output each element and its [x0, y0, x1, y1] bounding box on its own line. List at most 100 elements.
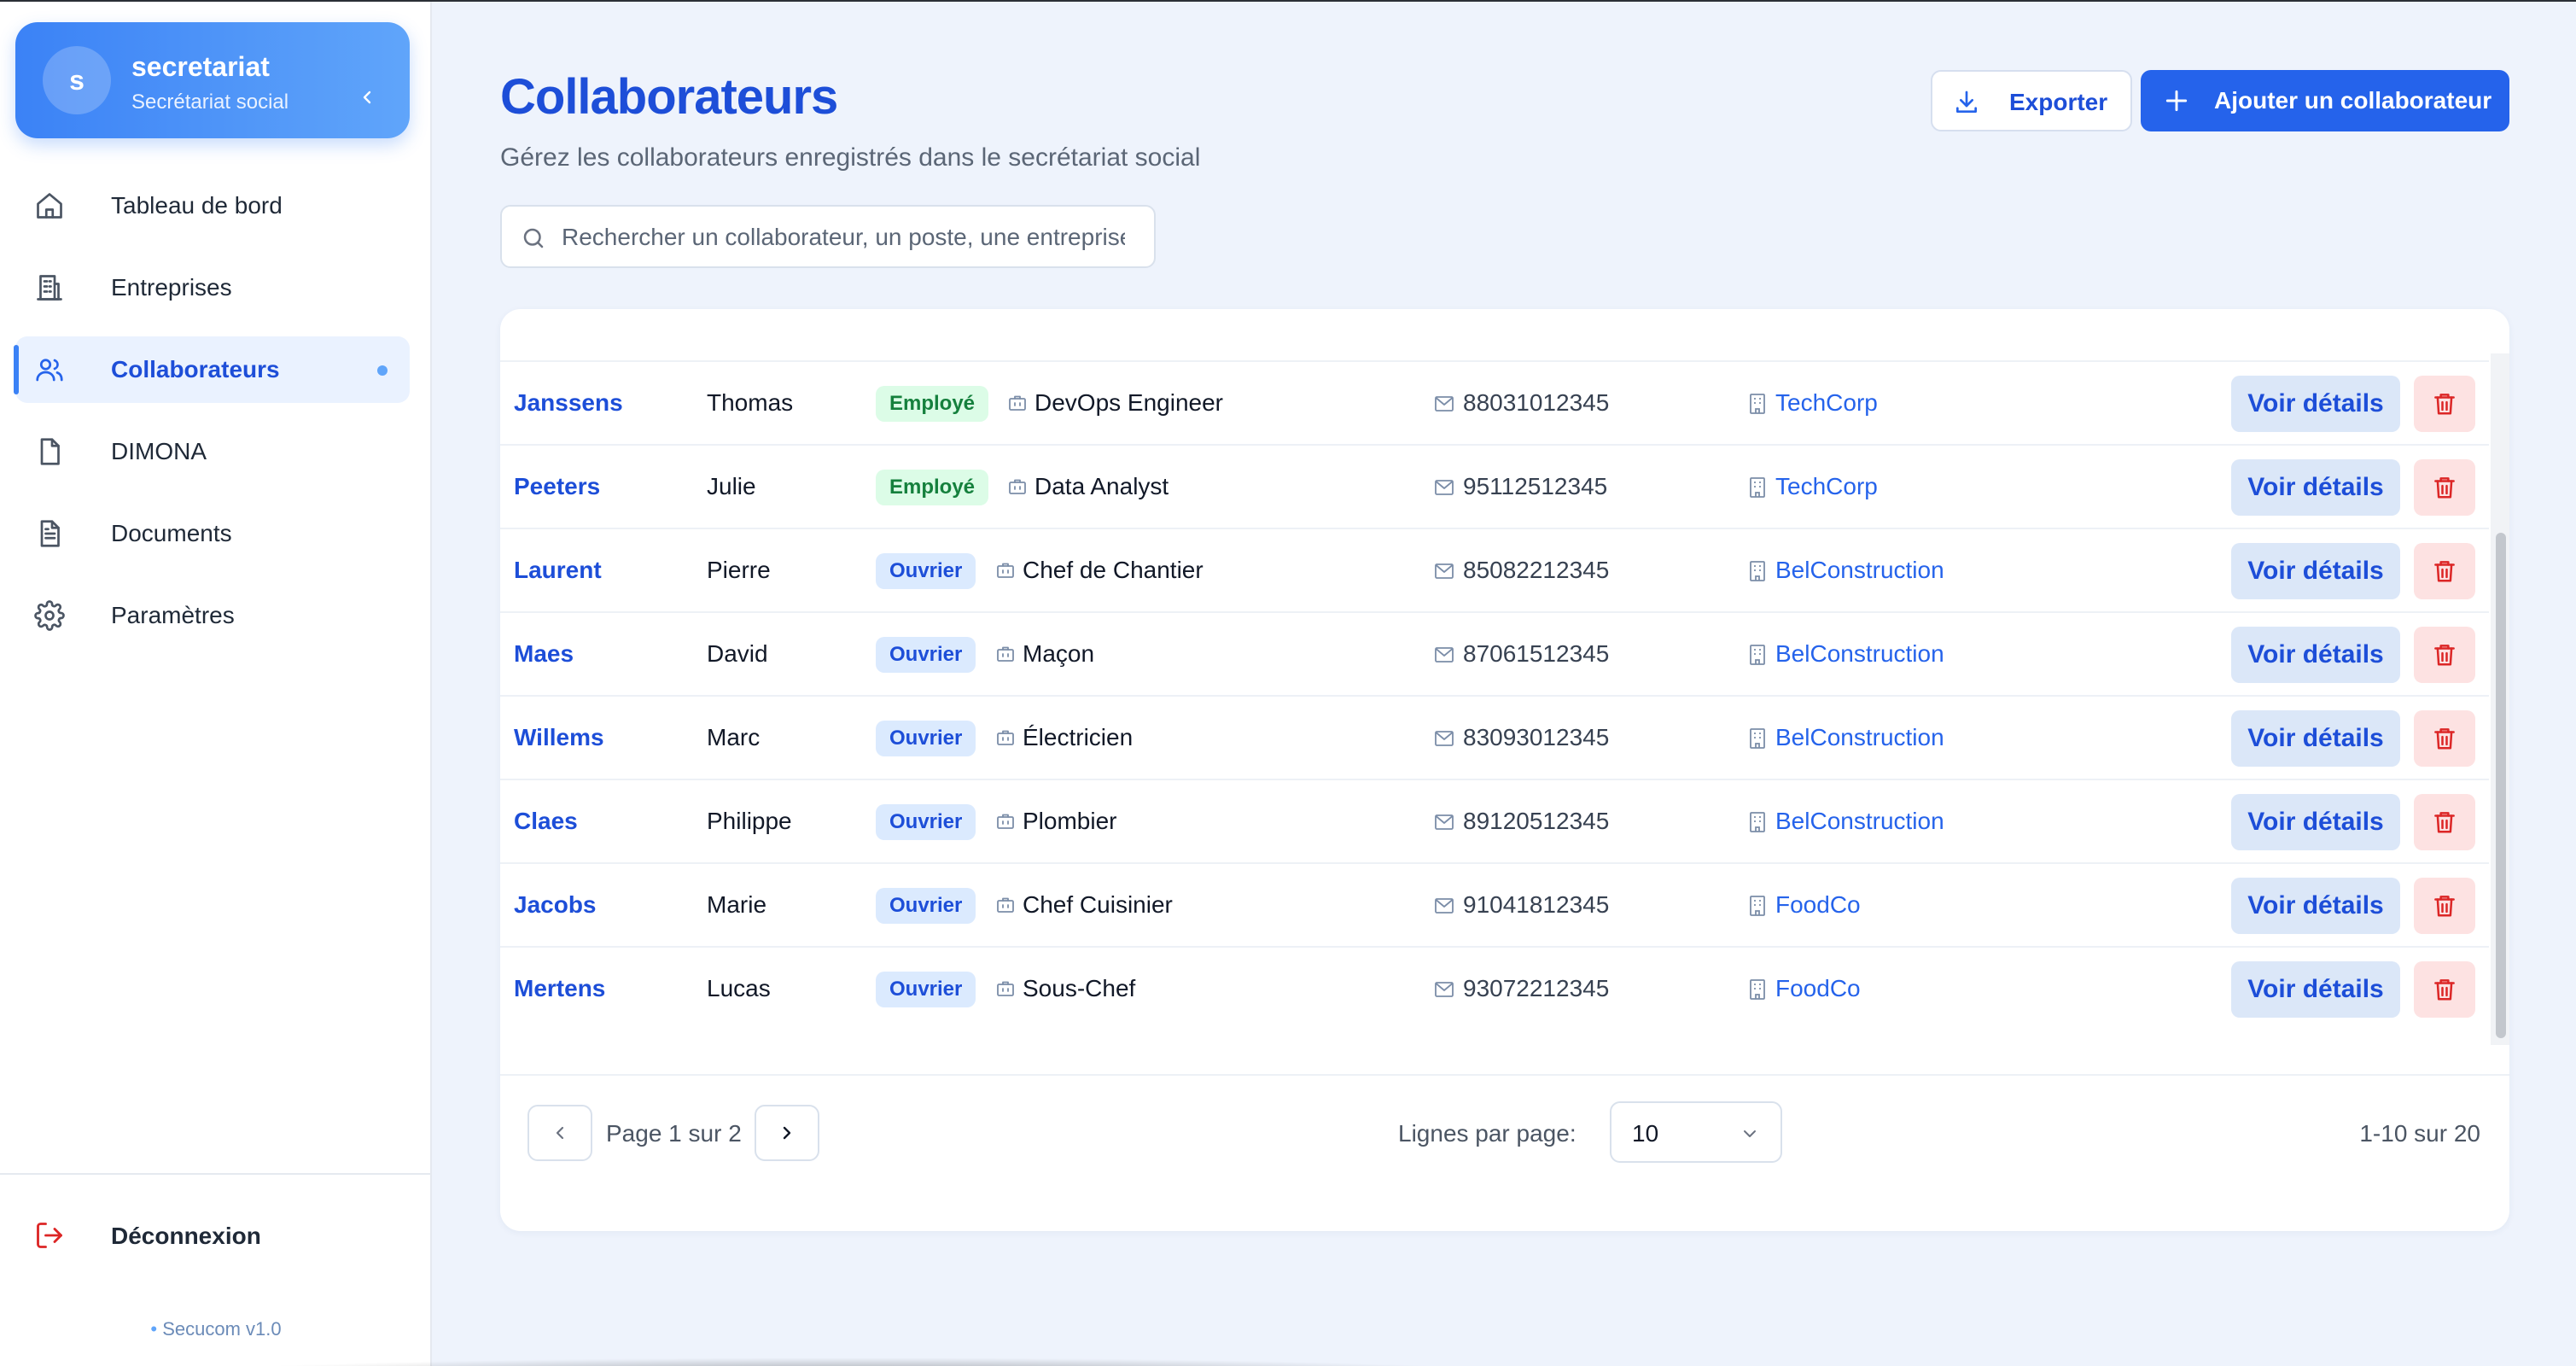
building-icon	[1748, 811, 1767, 833]
delete-button[interactable]	[2414, 710, 2475, 767]
company-link[interactable]: BelConstruction	[1775, 724, 1944, 751]
table-row[interactable]: Jacobs Marie Ouvrier Chef Cuisinier 91041812…	[500, 862, 2489, 946]
delete-button[interactable]	[2414, 794, 2475, 850]
collaborator-last-name[interactable]: Willems	[514, 724, 604, 751]
brand-card[interactable]: s secretariat Secrétariat social	[15, 22, 410, 138]
company-link[interactable]: TechCorp	[1775, 389, 1878, 417]
collaborator-position: DevOps Engineer	[1034, 389, 1224, 416]
trash-icon	[2432, 893, 2457, 919]
collaborator-first-name: Thomas	[707, 389, 794, 416]
delete-button[interactable]	[2414, 878, 2475, 934]
next-page-button[interactable]	[755, 1105, 819, 1161]
company-link[interactable]: TechCorp	[1775, 473, 1878, 500]
briefcase-icon	[1007, 476, 1028, 497]
sidebar-item-documents[interactable]: Documents	[15, 500, 410, 567]
collaborator-position: Data Analyst	[1034, 473, 1169, 499]
delete-button[interactable]	[2414, 961, 2475, 1018]
view-details-button[interactable]: Voir détails	[2231, 710, 2400, 767]
download-icon	[1956, 90, 1977, 113]
building-icon	[1748, 560, 1767, 582]
delete-button[interactable]	[2414, 627, 2475, 683]
collaborator-last-name[interactable]: Jacobs	[514, 891, 597, 919]
brand-title: secretariat	[131, 51, 270, 82]
collaborator-last-name[interactable]: Peeters	[514, 473, 600, 500]
company-link[interactable]: BelConstruction	[1775, 640, 1944, 668]
sidebar-item-label: Tableau de bord	[111, 192, 283, 219]
collaborator-first-name: Marie	[707, 891, 767, 918]
mail-icon	[1434, 478, 1454, 497]
users-icon	[36, 359, 63, 382]
company-link[interactable]: BelConstruction	[1775, 808, 1944, 835]
chevron-right-icon	[783, 1126, 791, 1140]
view-details-button[interactable]: Voir détails	[2231, 878, 2400, 934]
view-details-button[interactable]: Voir détails	[2231, 543, 2400, 599]
collaborator-first-name: Philippe	[707, 808, 792, 834]
previous-page-button[interactable]	[527, 1105, 592, 1161]
scrollbar-thumb[interactable]	[2496, 533, 2506, 1038]
table-scrollbar[interactable]	[2491, 353, 2509, 1045]
national-number: 91041812345	[1463, 891, 1610, 918]
view-details-button[interactable]: Voir détails	[2231, 961, 2400, 1018]
delete-button[interactable]	[2414, 459, 2475, 516]
collaborator-first-name: Pierre	[707, 557, 771, 583]
home-icon	[37, 193, 62, 219]
pagination-bar: Page 1 sur 2 Lignes par page: 10 1-10 su…	[500, 1074, 2509, 1231]
search-input[interactable]	[562, 219, 1125, 256]
building-icon	[1748, 644, 1767, 666]
trash-icon	[2432, 475, 2457, 500]
briefcase-icon	[995, 560, 1016, 581]
building-icon	[37, 275, 62, 301]
search-icon	[523, 228, 544, 248]
export-label: Exporter	[2009, 89, 2108, 115]
rows-per-page-label: Lignes par page:	[1398, 1120, 1576, 1147]
view-details-button[interactable]: Voir détails	[2231, 627, 2400, 683]
gear-icon	[34, 600, 65, 631]
collaborator-position: Maçon	[1023, 640, 1095, 667]
table-row[interactable]: Willems Marc Ouvrier Électricien 83093012345…	[500, 695, 2489, 779]
collaborator-last-name[interactable]: Maes	[514, 640, 574, 668]
collapse-sidebar-icon[interactable]	[357, 87, 377, 108]
company-link[interactable]: FoodCo	[1775, 975, 1861, 1002]
sidebar-item-parametres[interactable]: Paramètres	[15, 582, 410, 649]
sidebar-item-collaborateurs[interactable]: Collaborateurs	[14, 336, 410, 403]
sidebar-item-label: DIMONA	[111, 438, 207, 464]
company-link[interactable]: BelConstruction	[1775, 557, 1944, 584]
collaborators-table-card: Janssens Thomas Employé DevOps Engineer 8803…	[500, 309, 2509, 1231]
sidebar-item-dimona[interactable]: DIMONA	[15, 418, 410, 485]
mail-icon	[1434, 562, 1454, 581]
table-row[interactable]: Mertens Lucas Ouvrier Sous-Chef 93072212345 F…	[500, 946, 2489, 1030]
worker-type-badge: Employé	[876, 386, 989, 422]
table-row[interactable]: Maes David Ouvrier Maçon 87061512345 BelConst…	[500, 611, 2489, 695]
logout-label: Déconnexion	[111, 1223, 261, 1249]
rows-per-page-select[interactable]: 10	[1610, 1101, 1782, 1163]
add-collaborator-button[interactable]: Ajouter un collaborateur	[2141, 70, 2509, 131]
sidebar-item-dashboard[interactable]: Tableau de bord	[15, 172, 410, 239]
collaborator-last-name[interactable]: Laurent	[514, 557, 602, 584]
add-collaborator-label: Ajouter un collaborateur	[2214, 87, 2492, 114]
avatar: s	[43, 46, 111, 114]
mail-icon	[1434, 896, 1454, 915]
collaborator-last-name[interactable]: Claes	[514, 808, 578, 835]
collaborator-last-name[interactable]: Janssens	[514, 389, 623, 417]
page-title: Collaborateurs	[500, 69, 838, 125]
mail-icon	[1434, 645, 1454, 664]
delete-button[interactable]	[2414, 543, 2475, 599]
worker-type-badge: Employé	[876, 470, 989, 505]
view-details-button[interactable]: Voir détails	[2231, 794, 2400, 850]
table-row[interactable]: Laurent Pierre Ouvrier Chef de Chantier 8508…	[500, 528, 2489, 611]
building-icon	[1748, 393, 1767, 415]
collaborator-last-name[interactable]: Mertens	[514, 975, 605, 1002]
table-row[interactable]: Janssens Thomas Employé DevOps Engineer 8803…	[500, 360, 2489, 444]
logout-button[interactable]: Déconnexion	[15, 1202, 410, 1269]
trash-icon	[2432, 642, 2457, 668]
delete-button[interactable]	[2414, 376, 2475, 432]
export-button[interactable]: Exporter	[1931, 70, 2132, 131]
table-row[interactable]: Claes Philippe Ouvrier Plombier 89120512345 B…	[500, 779, 2489, 862]
company-link[interactable]: FoodCo	[1775, 891, 1861, 919]
worker-type-badge: Ouvrier	[876, 637, 976, 673]
table-row[interactable]: Peeters Julie Employé Data Analyst 951125123…	[500, 444, 2489, 528]
sidebar: s secretariat Secrétariat social Tableau…	[0, 0, 432, 1366]
view-details-button[interactable]: Voir détails	[2231, 459, 2400, 516]
view-details-button[interactable]: Voir détails	[2231, 376, 2400, 432]
sidebar-item-entreprises[interactable]: Entreprises	[15, 254, 410, 321]
